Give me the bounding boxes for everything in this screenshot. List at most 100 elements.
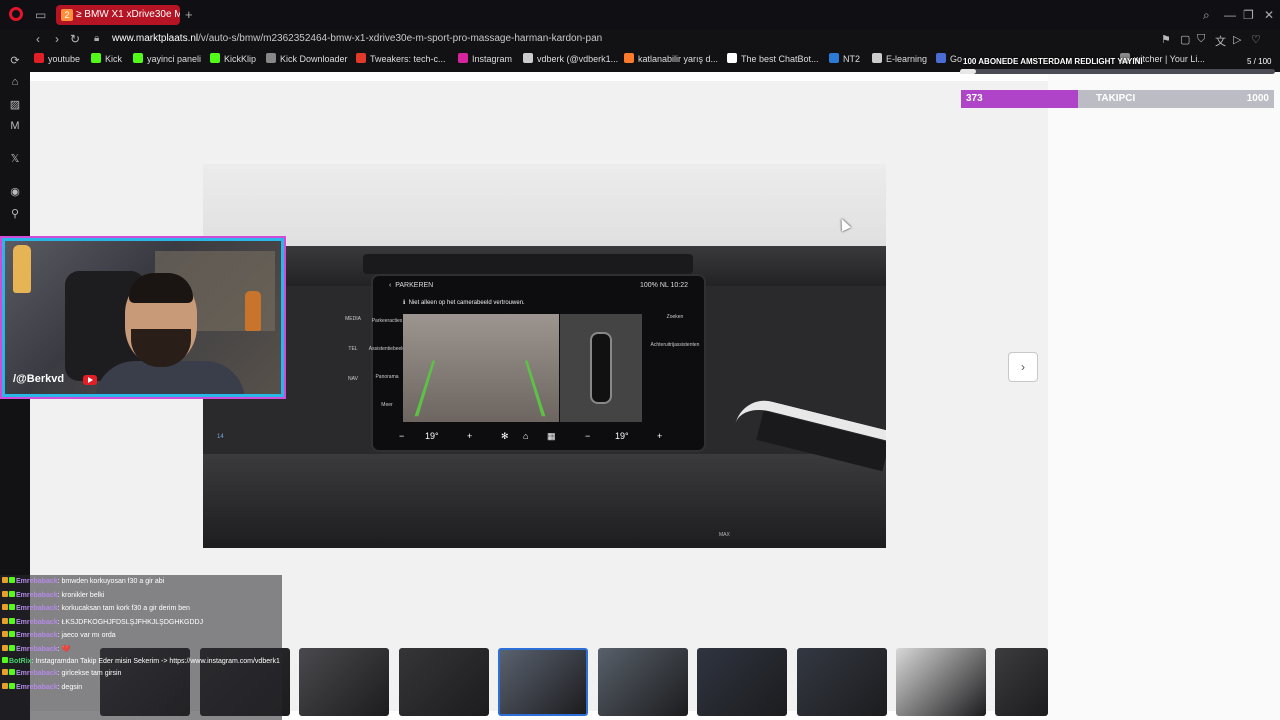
chat-user: Emrebaback <box>16 605 58 612</box>
next-image-button[interactable]: › <box>1008 352 1038 382</box>
bookmark-elearning[interactable]: E-learning <box>872 53 927 64</box>
chat-user: Emrebaback <box>16 670 58 677</box>
infotainment-screen: ‹ PARKEREN 100% NL 10:22 ℹ Niet alleen o… <box>345 274 706 452</box>
vpn-shield-icon[interactable]: ⛉ <box>1197 33 1205 46</box>
badge-icon <box>9 631 15 637</box>
youtube-icon <box>34 53 44 63</box>
opera-logo-icon[interactable] <box>9 7 23 21</box>
bookmark-kick-downloader[interactable]: Kick Downloader <box>266 53 348 64</box>
bookmark-tweakers[interactable]: Tweakers: tech-c... <box>356 53 446 64</box>
bookmark-chatbot[interactable]: The best ChatBot... <box>727 53 819 64</box>
bookmark-label: KickKlip <box>224 54 257 64</box>
download-icon <box>266 53 276 63</box>
kick-icon <box>133 53 143 63</box>
main-car-photo[interactable]: 14 MAX ‹ PARKEREN 100% NL 10:22 ℹ Niet a… <box>203 164 886 548</box>
back-icon[interactable]: ‹ <box>36 32 40 46</box>
screen-note-text: Niet alleen op het camerabeeld vertrouwe… <box>408 300 525 306</box>
history-icon[interactable]: ⟳ <box>9 54 21 67</box>
pinboard-icon[interactable]: ▨ <box>9 98 21 111</box>
pin-icon[interactable]: ⚲ <box>9 207 21 220</box>
chat-line: Emrebaback: 💔 <box>0 643 282 657</box>
stream-chat-overlay: Emrebaback: bmwden korkuyosan f30 a gir … <box>0 575 282 720</box>
chat-user: Emrebaback <box>16 632 58 639</box>
badge-icon <box>9 604 15 610</box>
youtube-icon <box>83 375 97 385</box>
snapshot-icon[interactable]: ▢ <box>1180 33 1190 46</box>
chatbot-icon <box>727 53 737 63</box>
grid-icon: ▦ <box>547 431 556 441</box>
close-icon[interactable]: ✕ <box>1264 8 1274 22</box>
tab-active[interactable]: 2 ≥ BMW X1 xDrive30e M-S <box>56 5 180 25</box>
bookmark-youtube[interactable]: youtube <box>34 53 80 64</box>
translate-icon[interactable]: 文 <box>1215 33 1226 49</box>
thumbnail[interactable] <box>797 648 887 716</box>
bookmark-icon[interactable]: ⚑ <box>1161 33 1171 46</box>
tweakers-icon <box>356 53 366 63</box>
photo-small-display: 14 <box>217 434 224 440</box>
screen-note: ℹ Niet alleen op het camerabeeld vertrou… <box>403 300 525 306</box>
webcam-overlay: /@Berkvd <box>2 238 284 397</box>
bookmark-tiktok[interactable]: vdberk (@vdberk1... <box>523 53 618 64</box>
screen-header: ‹ PARKEREN <box>389 282 434 289</box>
bag-icon[interactable]: ⌂ <box>9 76 21 88</box>
thumbnail[interactable] <box>896 648 986 716</box>
chat-message: : girlcekse tam girsin <box>57 670 122 677</box>
tab-menu-icon[interactable]: ▭ <box>35 8 46 22</box>
chat-user: Emrebaback <box>16 645 58 653</box>
thumbnail[interactable] <box>598 648 688 716</box>
thumbnail[interactable] <box>995 648 1048 716</box>
car-top-view-icon <box>590 332 612 404</box>
screen-item-panorama: Panorama <box>375 374 399 380</box>
follower-goal: 1000 <box>1246 93 1269 104</box>
bookmark-yayinci-paneli[interactable]: yayinci paneli <box>133 53 201 64</box>
badge-icon <box>9 617 15 624</box>
kick-icon <box>210 53 220 63</box>
x-icon[interactable]: 𝕏 <box>9 152 21 165</box>
url-field[interactable]: www.marktplaats.nl/v/auto-s/bmw/m2362352… <box>112 33 602 44</box>
listing-side-panel <box>1048 72 1280 720</box>
bookmark-label: E-learning <box>886 54 928 64</box>
bookmark-instagram[interactable]: Instagram <box>458 53 512 64</box>
bookmark-katlanabilir[interactable]: katlanabilir yarış d... <box>624 53 718 64</box>
url-domain: www.marktplaats.nl <box>112 33 199 44</box>
bookmark-label: NT2 <box>843 54 861 64</box>
reload-icon[interactable]: ↻ <box>70 32 80 46</box>
climate-bar: − 19° + ✻ ⌂ ▦ − 19° + <box>389 428 689 448</box>
bookmark-label: vdberk (@vdberk1... <box>537 54 619 64</box>
bookmark-kick[interactable]: Kick <box>91 53 122 64</box>
thumbnail[interactable] <box>299 648 389 716</box>
restore-icon[interactable]: ❐ <box>1243 8 1254 22</box>
lock-icon: 🔒︎ <box>94 33 100 44</box>
bookmark-label: The best ChatBot... <box>741 54 819 64</box>
badge-icon <box>2 657 8 663</box>
tiktok-icon <box>523 53 533 63</box>
bookmark-kickklip[interactable]: KickKlip <box>210 53 256 64</box>
chat-message: : kronikler belki <box>57 591 105 599</box>
thumbnail[interactable] <box>399 648 489 716</box>
bookmark-label: Kick <box>105 54 123 64</box>
forward-icon[interactable]: › <box>55 32 59 46</box>
heart-icon[interactable]: ♡ <box>1251 33 1261 46</box>
badge-icon <box>9 644 15 651</box>
screen-item-assistentie: Assistentiebeeld <box>368 346 406 352</box>
kick-icon <box>91 53 101 63</box>
chat-line: Emrebaback: ŁKSJDFKOGHJFDSLŞJFHKJLŞDGHKG… <box>0 616 282 630</box>
play-icon[interactable]: ▷ <box>1233 33 1241 46</box>
address-bar: ‹ › ↻ 🔒︎ www.marktplaats.nl/v/auto-s/bmw… <box>30 30 1280 50</box>
chat-line: Emrebaback: jaeco var mı orda <box>0 629 282 643</box>
badge-icon <box>2 577 8 583</box>
bookmark-label: Kick Downloader <box>280 54 348 64</box>
search-icon[interactable]: ⌕ <box>1203 8 1210 23</box>
chat-line: Emrebaback: korkucaksan tam kork f30 a g… <box>0 602 282 616</box>
chat-user: Emrebaback <box>16 683 58 691</box>
new-tab-button[interactable]: + <box>185 7 193 22</box>
sub-goal-bar-fill <box>960 69 976 74</box>
chat-user: Emrebaback <box>16 618 58 626</box>
minimize-icon[interactable]: — <box>1224 8 1236 22</box>
thumbnail[interactable] <box>697 648 787 716</box>
music-player-icon[interactable]: ◉ <box>9 185 21 198</box>
bookmark-nt2[interactable]: NT2 <box>829 53 860 64</box>
messenger-icon[interactable]: M <box>9 120 21 132</box>
thumbnail-active[interactable] <box>498 648 588 716</box>
screen-achteruitrij: Achteruitrijassistenten <box>650 342 700 348</box>
